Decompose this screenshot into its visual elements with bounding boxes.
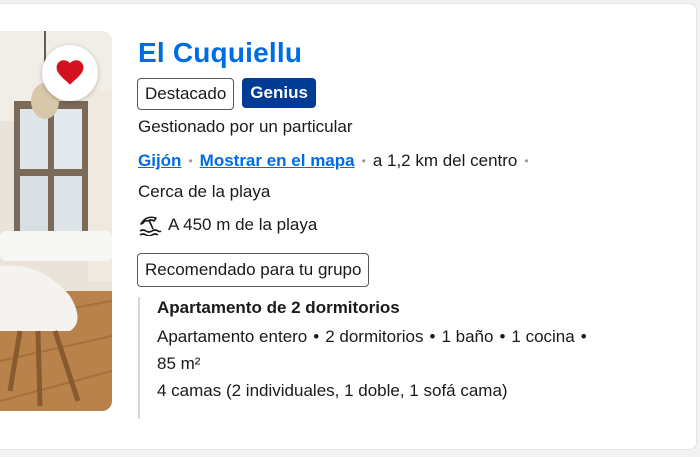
separator-dot: • (429, 327, 436, 346)
beach-distance-text: A 450 m de la playa (168, 215, 318, 234)
distance-from-center: a 1,2 km del centro (372, 151, 518, 170)
separator-dot: • (499, 327, 506, 346)
unit-name: Apartamento de 2 dormitorios (157, 298, 400, 317)
favorite-button[interactable] (42, 45, 98, 101)
city-link[interactable]: Gijón (138, 151, 181, 171)
heart-icon (56, 60, 84, 85)
feature-item: 1 cocina (511, 327, 575, 346)
property-card: El Cuquiellu Destacado Genius Gestionado… (0, 3, 697, 450)
separator-dot: • (188, 154, 193, 168)
location-row: Gijón • Mostrar en el mapa • a 1,2 km de… (138, 151, 536, 171)
beach-distance-row: A 450 m de la playa (138, 214, 317, 236)
genius-badge[interactable]: Genius (242, 78, 316, 108)
beach-umbrella-icon (139, 216, 162, 236)
badges-row: Destacado Genius (137, 78, 316, 110)
unit-details: Apartamento de 2 dormitorios Apartamento… (138, 297, 678, 419)
separator-dot: • (580, 327, 587, 346)
feature-item: Apartamento entero (157, 327, 308, 346)
property-title[interactable]: El Cuquiellu (138, 37, 302, 69)
show-on-map-link[interactable]: Mostrar en el mapa (200, 151, 355, 171)
near-beach-text: Cerca de la playa (138, 182, 271, 201)
unit-area: 85 m² (157, 354, 201, 373)
feature-item: 2 dormitorios (325, 327, 424, 346)
unit-features: Apartamento entero • 2 dormitorios • 1 baño •… (157, 323, 678, 377)
featured-badge: Destacado (137, 78, 235, 110)
recommended-badge: Recomendado para tu grupo (137, 253, 370, 287)
separator-dot: • (361, 154, 366, 168)
feature-item: 1 baño (441, 327, 494, 346)
unit-beds: 4 camas (2 individuales, 1 doble, 1 sofá… (157, 381, 508, 400)
managed-by-text: Gestionado por un particular (138, 117, 353, 136)
separator-dot: • (313, 327, 320, 346)
separator-dot: • (524, 154, 529, 168)
